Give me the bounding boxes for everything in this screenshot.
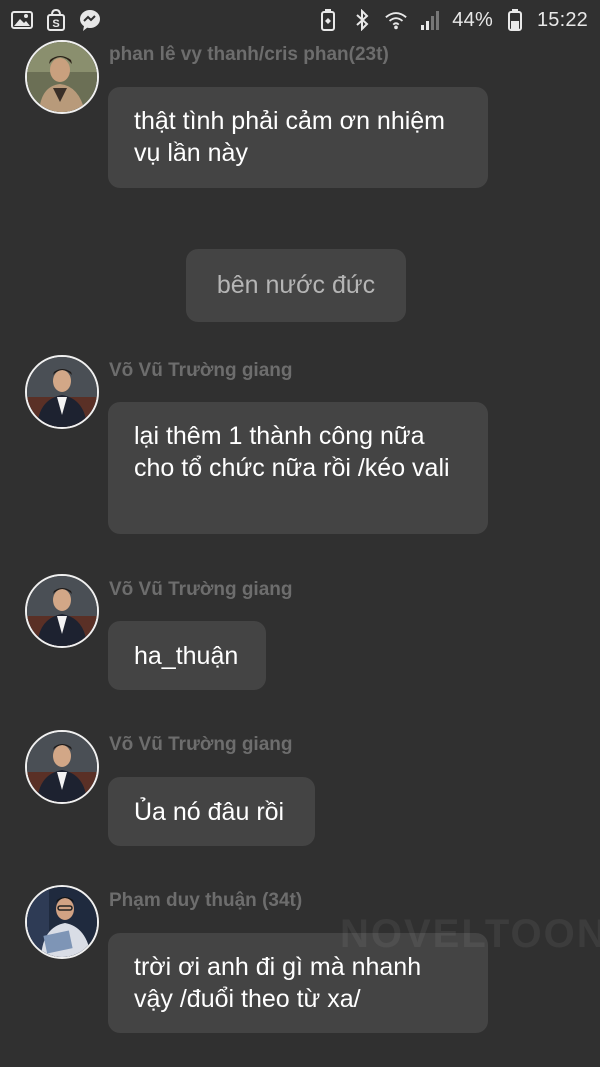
sender-name: Võ Vũ Trường giang	[109, 734, 293, 755]
battery-saver-icon	[316, 8, 340, 32]
sender-name: phan lê vy thanh/cris phan(23t)	[109, 44, 389, 65]
message-bubble[interactable]: ha_thuận	[108, 621, 266, 690]
avatar[interactable]	[25, 574, 99, 648]
gallery-icon	[10, 8, 34, 32]
svg-text:S: S	[52, 18, 59, 30]
avatar[interactable]	[25, 40, 99, 114]
avatar[interactable]	[25, 730, 99, 804]
messenger-icon	[78, 8, 102, 32]
battery-icon	[503, 8, 527, 32]
sender-name: Võ Vũ Trường giang	[109, 579, 293, 600]
signal-icon	[418, 8, 442, 32]
shop-icon: S	[44, 8, 68, 32]
bluetooth-icon	[350, 8, 374, 32]
avatar[interactable]	[25, 355, 99, 429]
status-time: 15:22	[536, 8, 588, 31]
status-bar: S 44% 15:22	[0, 0, 600, 40]
wifi-icon	[384, 8, 408, 32]
watermark: NOVELTOON	[340, 912, 600, 956]
message-bubble[interactable]: lại thêm 1 thành công nữa cho tổ chức nữ…	[108, 402, 488, 534]
battery-percentage: 44%	[452, 8, 493, 31]
narration-bubble: bên nước đức	[186, 249, 406, 322]
sender-name: Võ Vũ Trường giang	[109, 360, 293, 381]
message-bubble[interactable]: Ủa nó đâu rồi	[108, 777, 315, 846]
message-bubble[interactable]: thật tình phải cảm ơn nhiệm vụ lần này	[108, 87, 488, 188]
sender-name: Phạm duy thuận (34t)	[109, 890, 303, 911]
avatar[interactable]	[25, 885, 99, 959]
